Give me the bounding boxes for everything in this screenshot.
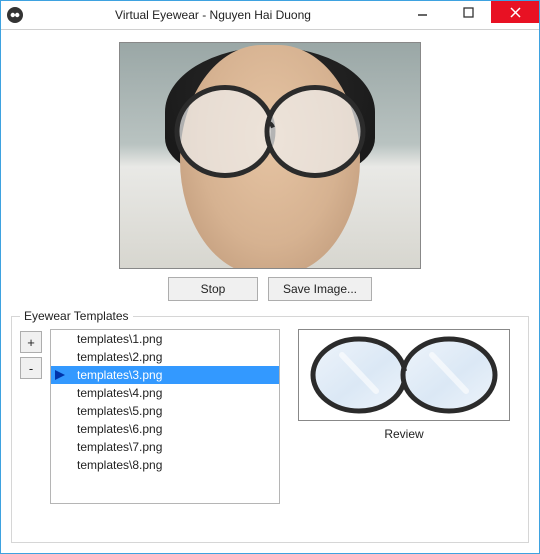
list-item[interactable]: templates\7.png (51, 438, 279, 456)
list-item[interactable]: templates\3.png (51, 366, 279, 384)
titlebar[interactable]: Virtual Eyewear - Nguyen Hai Duong (1, 1, 539, 30)
close-button[interactable] (491, 1, 539, 23)
action-buttons: Stop Save Image... (11, 277, 529, 301)
list-item[interactable]: templates\4.png (51, 384, 279, 402)
templates-group: Eyewear Templates + - templates\1.pngtem… (11, 309, 529, 543)
review-label: Review (384, 427, 423, 441)
list-item[interactable]: templates\8.png (51, 456, 279, 474)
maximize-button[interactable] (445, 1, 491, 23)
window-title: Virtual Eyewear - Nguyen Hai Duong (27, 8, 399, 22)
app-window: Virtual Eyewear - Nguyen Hai Duong (0, 0, 540, 554)
list-item[interactable]: templates\6.png (51, 420, 279, 438)
camera-preview (119, 42, 421, 269)
list-item[interactable]: templates\1.png (51, 330, 279, 348)
client-area: Stop Save Image... Eyewear Templates + -… (1, 30, 539, 553)
list-item[interactable]: templates\2.png (51, 348, 279, 366)
window-controls (399, 1, 539, 29)
glasses-overlay (170, 82, 370, 185)
template-preview (298, 329, 510, 421)
list-item[interactable]: templates\5.png (51, 402, 279, 420)
stop-button[interactable]: Stop (168, 277, 258, 301)
minimize-button[interactable] (399, 1, 445, 23)
templates-legend: Eyewear Templates (20, 309, 133, 323)
save-image-button[interactable]: Save Image... (268, 277, 372, 301)
add-template-button[interactable]: + (20, 331, 42, 353)
review-column: Review (288, 329, 520, 441)
templates-listbox[interactable]: templates\1.pngtemplates\2.pngtemplates\… (50, 329, 280, 504)
add-remove-buttons: + - (20, 331, 42, 379)
app-icon (7, 7, 23, 23)
remove-template-button[interactable]: - (20, 357, 42, 379)
